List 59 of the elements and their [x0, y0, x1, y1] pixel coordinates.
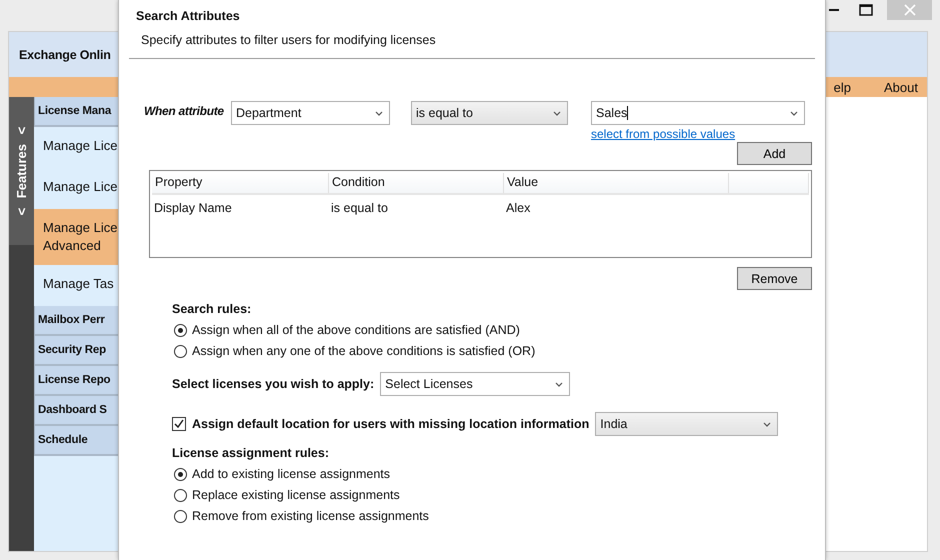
radio-option[interactable]: Add to existing license assignments — [172, 467, 815, 481]
minimize-icon — [829, 9, 839, 11]
table-cell-text: Display Name — [153, 201, 233, 215]
location-dropdown[interactable]: India — [595, 412, 778, 436]
radio-option[interactable]: Assign when all of the above conditions are satisfied (AND) — [172, 323, 815, 337]
menu-item[interactable]: About — [884, 80, 918, 94]
app-title: Exchange Onlin — [19, 48, 111, 62]
side-tab[interactable]: > Features > — [9, 97, 34, 551]
radio-label: Assign when any one of the above conditions is satisfied (OR) — [192, 344, 536, 358]
column-header[interactable]: Property — [152, 173, 329, 193]
nav-item[interactable]: Manage Lice Advanced — [34, 209, 119, 265]
dropdown-caret-icon — [375, 110, 383, 116]
nav-group-header[interactable]: License Repo — [34, 366, 119, 396]
expand-chevron[interactable]: > — [14, 126, 29, 134]
operator-dropdown[interactable]: is equal to — [411, 101, 568, 125]
dropdown-caret-icon — [555, 382, 564, 386]
value-combobox[interactable]: Sales — [591, 101, 805, 125]
expand-chevron[interactable]: > — [14, 208, 29, 216]
section-label: Search rules: — [172, 302, 252, 316]
possible-values-link[interactable]: select from possible values — [591, 127, 805, 141]
nav-group-header[interactable]: License Mana — [34, 97, 119, 127]
table-cell-text: is equal to — [330, 201, 389, 215]
close-icon — [904, 4, 916, 16]
dialog-title: Search Attributes — [135, 9, 241, 23]
licenses-dropdown[interactable]: Select Licenses — [380, 372, 570, 396]
radio-option[interactable]: Remove from existing license assignments — [172, 509, 815, 523]
field-label: Select licenses you wish to apply: — [172, 377, 374, 391]
nav-group-header[interactable]: Schedule — [34, 426, 119, 456]
nav-group-header[interactable]: Security Rep — [34, 336, 119, 366]
column-header[interactable]: Condition — [329, 173, 504, 193]
dropdown-caret-icon — [790, 110, 798, 116]
add-button[interactable]: Add — [737, 142, 812, 165]
checkbox-label: Assign default location for users with missing location information — [192, 417, 590, 431]
radio-option[interactable]: Replace existing license assignments — [172, 488, 815, 502]
column-header[interactable]: Value — [504, 173, 729, 193]
radio-label: Remove from existing license assignments — [192, 509, 429, 523]
field-label: When attribute — [144, 104, 225, 118]
radio-label: Replace existing license assignments — [192, 488, 400, 502]
dropdown-caret-icon — [763, 422, 772, 426]
table-cell-text: Alex — [505, 201, 532, 215]
nav-group-header[interactable]: Dashboard S — [34, 396, 119, 426]
radio-button[interactable] — [174, 344, 187, 358]
radio-option[interactable]: Assign when any one of the above conditions is satisfied (OR) — [172, 344, 815, 358]
checkbox[interactable] — [172, 417, 186, 431]
side-tab-label[interactable]: Features — [14, 144, 29, 198]
radio-button[interactable] — [174, 488, 187, 502]
dialog-subtitle: Specify attributes to filter users for modifying licenses — [140, 33, 437, 47]
radio-label: Add to existing license assignments — [192, 467, 390, 481]
menu-item[interactable]: elp — [834, 80, 852, 94]
dropdown-caret-icon — [553, 110, 561, 116]
section-label: License assignment rules: — [172, 446, 330, 460]
remove-button[interactable]: Remove — [737, 267, 812, 290]
maximize-icon — [859, 4, 873, 16]
radio-button[interactable] — [174, 510, 187, 522]
radio-button[interactable] — [174, 324, 187, 336]
attribute-dropdown[interactable]: Department — [231, 101, 390, 125]
radio-label: Assign when all of the above conditions are satisfied (AND) — [192, 323, 520, 337]
nav-group-header[interactable]: Mailbox Perr — [34, 306, 119, 336]
radio-button[interactable] — [174, 468, 187, 480]
